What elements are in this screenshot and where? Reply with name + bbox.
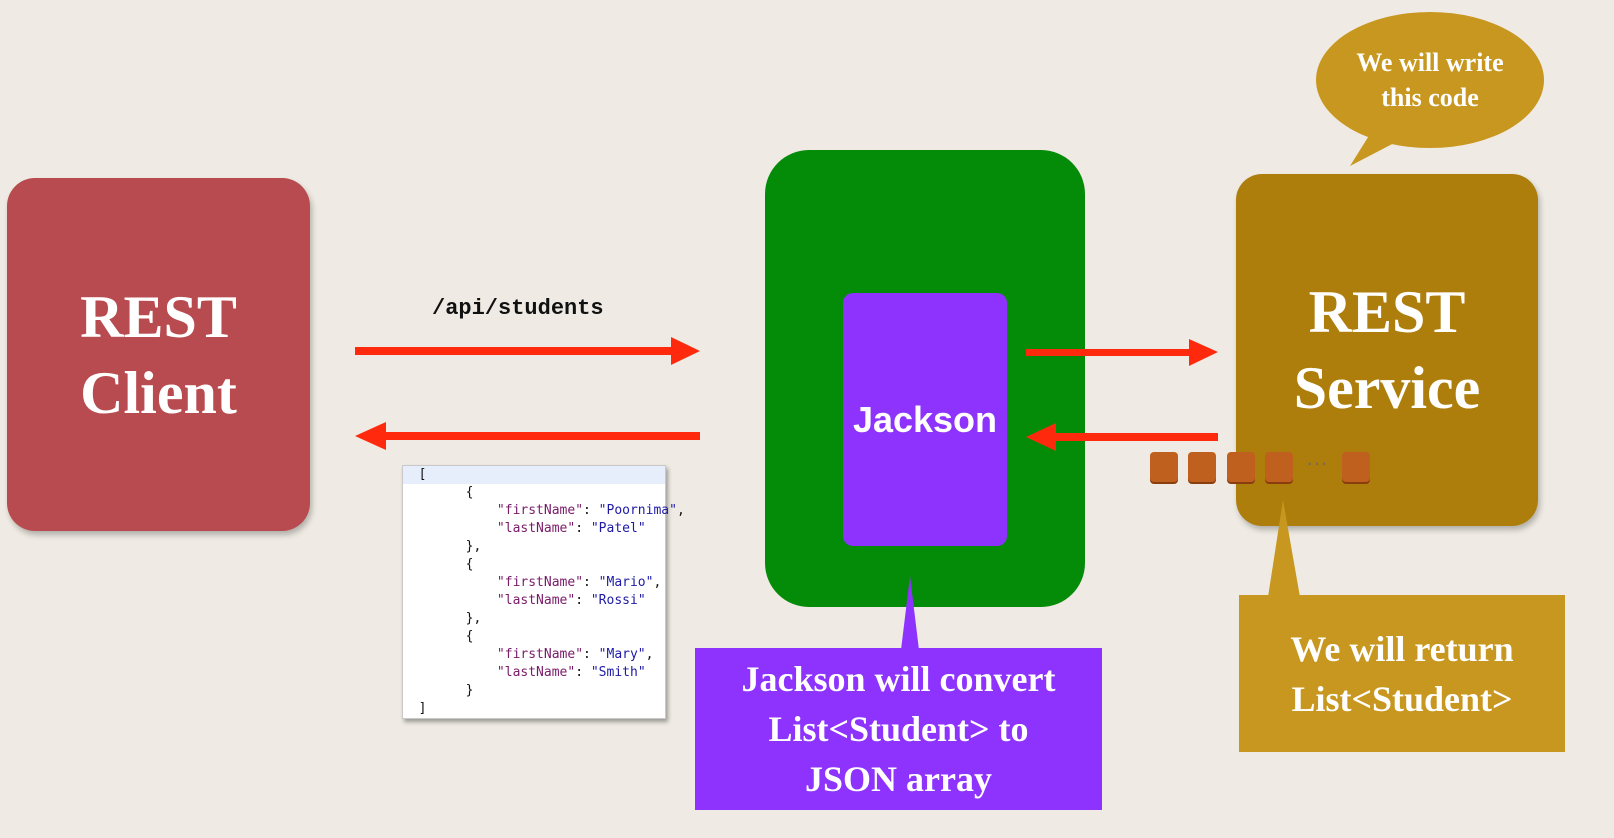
jackson-note-line2: List<Student> to	[768, 709, 1029, 749]
list-item-icon	[1265, 452, 1293, 482]
list-item-icon	[1227, 452, 1255, 482]
list-ellipsis: ···	[1306, 450, 1328, 475]
write-note-line2: this code	[1381, 83, 1479, 112]
service-response-arrow	[1026, 423, 1218, 451]
list-item-icon	[1188, 452, 1216, 482]
jackson-note-pointer	[901, 576, 919, 650]
return-note-callout: We will return List<Student>	[1239, 595, 1565, 752]
list-item-icon	[1342, 452, 1370, 482]
jackson-note-line3: JSON array	[805, 759, 992, 799]
list-item-icon	[1150, 452, 1178, 482]
response-arrow	[355, 422, 700, 450]
jackson-note-line1: Jackson will convert	[741, 659, 1056, 699]
return-note-line1: We will return	[1290, 628, 1514, 669]
service-request-arrow	[1026, 339, 1218, 366]
return-note-line2: List<Student>	[1291, 678, 1513, 719]
request-arrow	[355, 337, 700, 365]
write-note-bubble: We will write this code	[1316, 12, 1544, 148]
write-note-line1: We will write	[1356, 48, 1504, 77]
jackson-note-callout: Jackson will convert List<Student> to JS…	[695, 648, 1102, 810]
return-note-pointer	[1268, 500, 1300, 597]
